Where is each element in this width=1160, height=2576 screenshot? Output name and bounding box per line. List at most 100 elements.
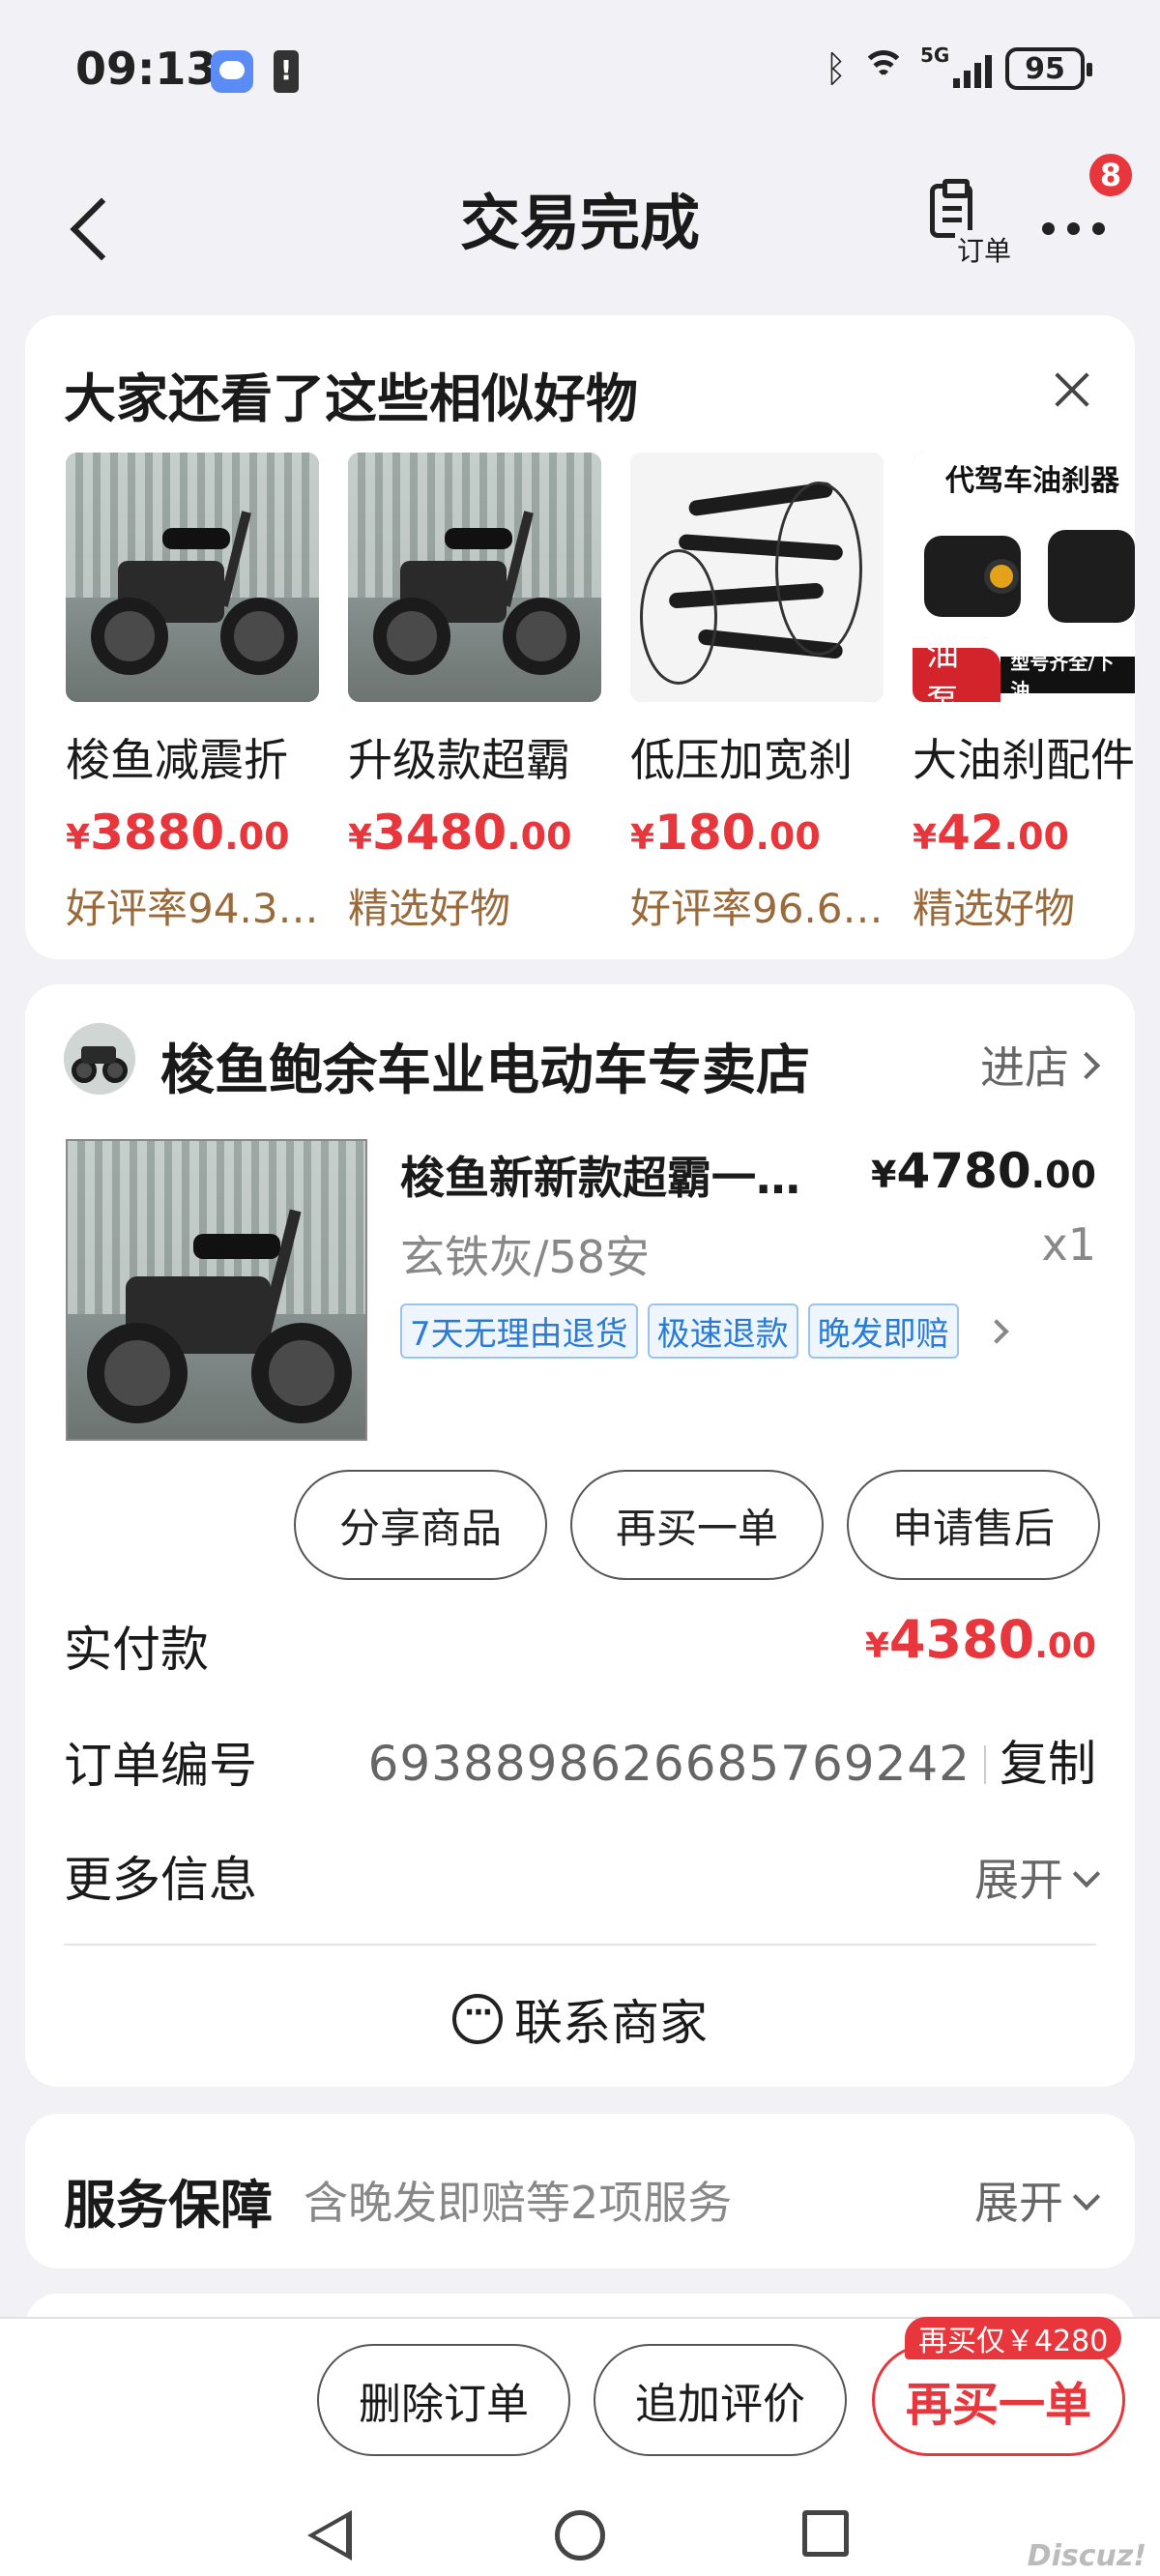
- order-button[interactable]: 订单: [926, 179, 1013, 269]
- signal-icon: 5G: [920, 44, 992, 88]
- wifi-icon: [860, 50, 907, 87]
- delete-order-button[interactable]: 删除订单: [317, 2344, 570, 2456]
- system-home-icon[interactable]: [555, 2510, 605, 2561]
- bluetooth-icon: ᛒ: [825, 47, 847, 90]
- product-image[interactable]: [66, 1139, 367, 1441]
- buy-again-button[interactable]: 再买一单: [570, 1470, 824, 1580]
- service-expand[interactable]: 展开: [974, 2168, 1096, 2232]
- price-dec: .00: [755, 815, 821, 858]
- close-icon[interactable]: [1048, 366, 1096, 414]
- paid-amount: ¥4380.00: [865, 1609, 1096, 1670]
- similar-item-tag: 好评率94.3…: [66, 885, 319, 932]
- brake-caliper-photo: 代驾车油刹器 油泵 型号齐全/下油: [913, 453, 1135, 702]
- currency: ¥: [864, 1626, 889, 1666]
- caliper-image-caption: 型号齐全/下油: [1000, 651, 1135, 702]
- price-int: 3880: [90, 805, 225, 861]
- similar-item-price: ¥3480.00: [348, 805, 607, 861]
- divider: [64, 1944, 1096, 1946]
- after-sales-button[interactable]: 申请售后: [847, 1470, 1100, 1580]
- nav-bar: 交易完成 订单: [0, 145, 1160, 290]
- copy-button[interactable]: 复制: [1000, 1736, 1096, 1792]
- paid-dec: .00: [1034, 1626, 1096, 1666]
- similar-item-tag: 精选好物: [913, 885, 1076, 932]
- similar-item-tag: 精选好物: [348, 885, 511, 932]
- order-number-row: 6938898626685769242 复制: [368, 1725, 1096, 1795]
- order-number-label: 订单编号: [64, 1738, 257, 1794]
- brake-levers-photo: [630, 453, 884, 702]
- price-int: 42: [937, 805, 1004, 861]
- service-subtitle: 含晚发即赔等2项服务: [304, 2177, 733, 2229]
- folding-ebike-photo: [348, 453, 601, 702]
- service-tag: 晚发即赔: [807, 1303, 959, 1359]
- price-dec: .00: [224, 815, 290, 858]
- store-name[interactable]: 梭鱼鲍余车业电动车专卖店: [160, 1027, 810, 1105]
- folding-ebike-photo: [66, 453, 319, 702]
- currency: ¥: [348, 818, 373, 858]
- chevron-right-icon: [983, 1318, 1009, 1344]
- price-int: 180: [654, 805, 756, 861]
- watermark: Discuz!: [1027, 2539, 1146, 2573]
- system-recents-icon[interactable]: [802, 2510, 849, 2557]
- similar-item[interactable]: 梭鱼减震折 ¥3880.00 好评率94.3…: [66, 453, 325, 935]
- status-bar: 09:13 ᛒ 5G 95: [0, 0, 1160, 145]
- similar-item[interactable]: 升级款超霸 ¥3480.00 精选好物: [348, 453, 607, 935]
- message-icon: [211, 50, 253, 93]
- service-tags[interactable]: 7天无理由退货 极速退款 晚发即赔: [400, 1303, 1009, 1359]
- share-product-button[interactable]: 分享商品: [294, 1470, 547, 1580]
- similar-item-name: 低压加宽刹: [630, 734, 853, 786]
- caliper-image-title: 代驾车油刹器: [945, 464, 1119, 498]
- more-info-label: 更多信息: [64, 1852, 257, 1908]
- battery-icon: 95: [1005, 47, 1092, 90]
- similar-item-name: 梭鱼减震折: [66, 734, 288, 786]
- store-avatar[interactable]: [64, 1023, 135, 1095]
- product-quantity: x1: [1041, 1218, 1097, 1271]
- currency: ¥: [66, 818, 91, 858]
- chat-icon: [452, 1994, 503, 2044]
- similar-item[interactable]: 低压加宽刹 ¥180.00 好评率96.6…: [630, 453, 889, 935]
- currency: ¥: [871, 1154, 897, 1196]
- order-number: 6938898626685769242: [367, 1736, 971, 1792]
- contact-seller-button[interactable]: 联系商家: [25, 1984, 1135, 2054]
- similar-item-price: ¥180.00: [630, 805, 889, 861]
- product-title[interactable]: 梭鱼新新款超霸一…: [400, 1143, 845, 1207]
- rebuy-price-badge: 再买仅￥4280: [905, 2317, 1122, 2359]
- similar-item[interactable]: 代驾车油刹器 油泵 型号齐全/下油 大油刹配件 ¥42.00 精选好物: [913, 453, 1135, 935]
- add-review-button[interactable]: 追加评价: [594, 2344, 847, 2456]
- more-info-expand[interactable]: 展开: [974, 1845, 1096, 1909]
- status-time: 09:13: [75, 43, 218, 95]
- currency: ¥: [630, 818, 655, 858]
- product-price: ¥4780.00: [871, 1143, 1096, 1199]
- currency: ¥: [913, 818, 938, 858]
- product-spec: 玄铁灰/58安: [400, 1231, 651, 1283]
- similar-title: 大家还看了这些相似好物: [64, 368, 638, 429]
- notification-badge: 8: [1087, 151, 1135, 199]
- rebuy-button[interactable]: 再买一单: [872, 2344, 1125, 2456]
- order-card: 梭鱼鲍余车业电动车专卖店 进店 梭鱼新新款超霸一… ¥4780.00 玄铁灰/5…: [25, 984, 1135, 2087]
- service-tag: 极速退款: [647, 1303, 798, 1359]
- service-guarantee-card[interactable]: 服务保障 含晚发即赔等2项服务 展开: [25, 2114, 1135, 2269]
- price-int: 3480: [372, 805, 508, 861]
- similar-item-name: 升级款超霸: [348, 734, 570, 786]
- similar-item-tag: 好评率96.6…: [630, 885, 884, 932]
- system-back-icon[interactable]: [307, 2510, 352, 2561]
- more-dots-icon[interactable]: [1036, 193, 1114, 261]
- order-label: 订单: [955, 230, 1012, 269]
- contact-seller-label: 联系商家: [514, 1995, 708, 2051]
- similar-item-name: 大油刹配件: [913, 734, 1135, 786]
- status-indicators: ᛒ 5G 95: [825, 43, 1092, 95]
- caliper-image-badge: 油泵: [913, 635, 1001, 702]
- paid-int: 4380: [888, 1609, 1035, 1670]
- service-title: 服务保障: [64, 2175, 273, 2236]
- back-arrow-icon[interactable]: [62, 186, 120, 263]
- price-dec: .00: [507, 815, 572, 858]
- alert-icon: [274, 50, 299, 93]
- price-dec: .00: [1003, 815, 1069, 858]
- battery-level: 95: [1025, 51, 1065, 86]
- enter-store-link[interactable]: 进店: [980, 1033, 1096, 1097]
- price-dec: .00: [1030, 1154, 1096, 1196]
- similar-items-card: 大家还看了这些相似好物 梭鱼减震折 ¥3880.00 好评率94.3… 升级款超…: [25, 315, 1135, 959]
- network-type: 5G: [920, 44, 950, 67]
- similar-item-price: ¥42.00: [913, 805, 1135, 861]
- service-tag: 7天无理由退货: [400, 1303, 638, 1359]
- price-int: 4780: [896, 1143, 1031, 1199]
